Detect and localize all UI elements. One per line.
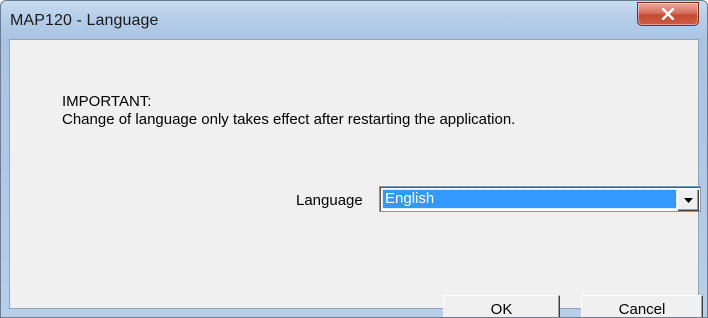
important-heading: IMPORTANT: [62, 93, 152, 110]
chevron-down-icon [683, 191, 693, 209]
dialog-body: IMPORTANT: Change of language only takes… [9, 39, 703, 317]
title-bar[interactable]: MAP120 - Language [1, 1, 707, 39]
cancel-button[interactable]: Cancel [581, 295, 703, 317]
language-dropdown-button[interactable] [677, 189, 698, 210]
language-select[interactable]: English [379, 186, 701, 212]
language-dialog: MAP120 - Language IMPORTANT: Change of l… [0, 0, 708, 318]
window-title: MAP120 - Language [10, 12, 159, 29]
close-button[interactable] [637, 2, 699, 26]
close-icon [661, 8, 675, 20]
important-message: Change of language only takes effect aft… [62, 111, 516, 128]
language-label: Language [296, 192, 363, 209]
ok-button[interactable]: OK [443, 295, 560, 317]
language-selected-value[interactable]: English [382, 189, 677, 209]
